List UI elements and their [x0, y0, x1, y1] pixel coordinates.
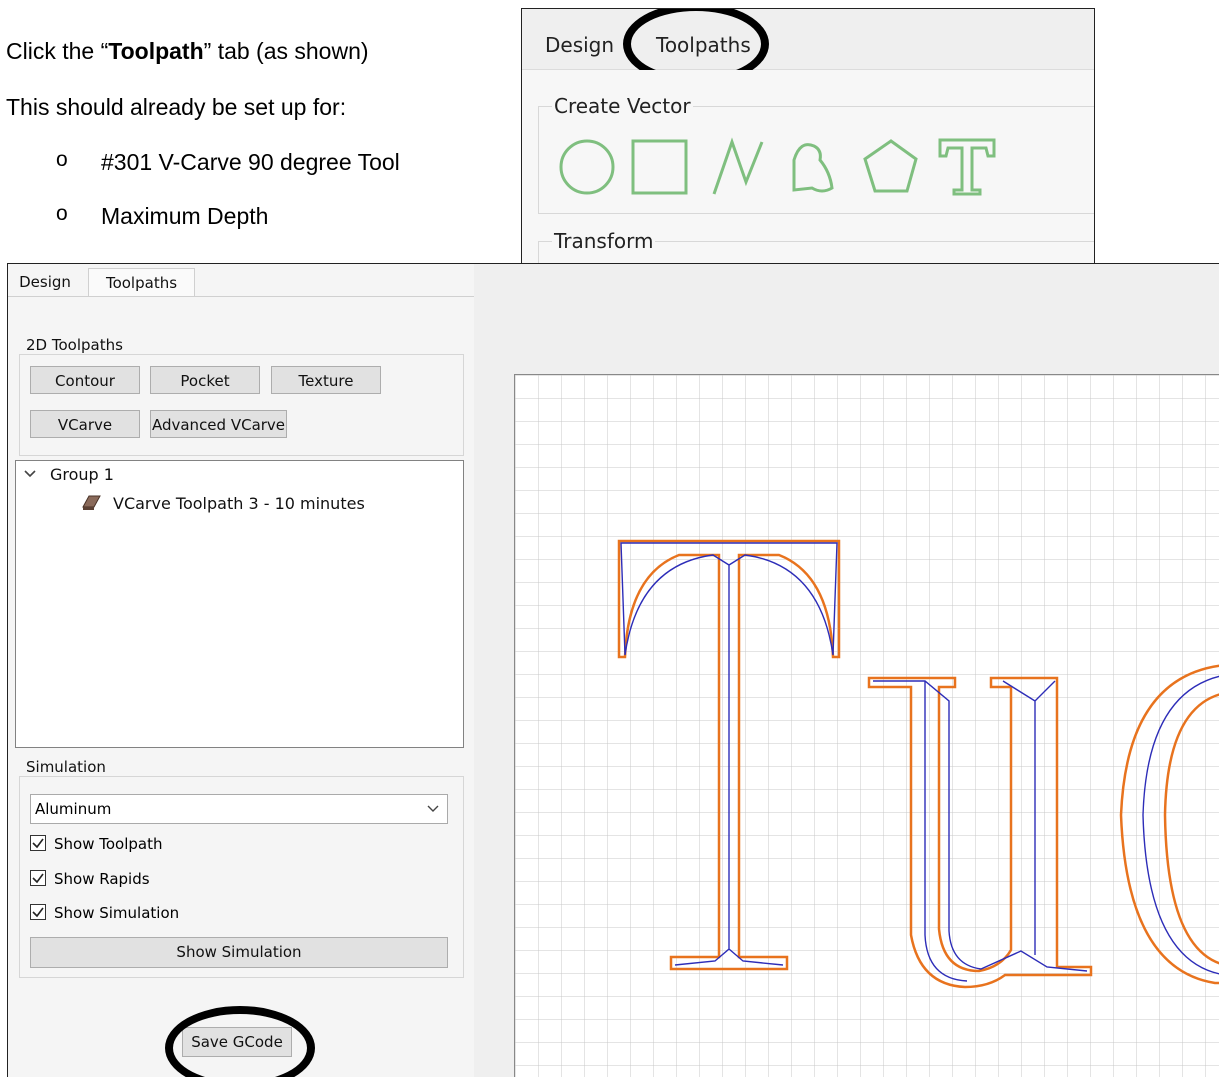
polygon-icon[interactable]	[863, 139, 918, 193]
polyline-icon[interactable]	[712, 137, 764, 195]
application-window: Design Toolpaths 2D Toolpaths Contour Po…	[7, 263, 1219, 1077]
vcarve-toolpath-icon	[82, 495, 101, 510]
transform-label: Transform	[552, 229, 656, 253]
instruction-line-1: Click the “Toolpath” tab (as shown)	[6, 38, 369, 64]
rectangle-icon[interactable]	[631, 139, 688, 195]
show-toolpath-label: Show Toolpath	[54, 835, 163, 853]
texture-button[interactable]: Texture	[271, 366, 381, 394]
show-rapids-label: Show Rapids	[54, 870, 150, 888]
show-toolpath-checkbox[interactable]	[30, 835, 46, 851]
inset-tab-bar: Design Toolpaths	[522, 9, 1094, 85]
chevron-down-icon	[427, 805, 439, 812]
material-select-value: Aluminum	[35, 800, 112, 818]
checkmark-icon	[32, 907, 44, 918]
inset-screenshot: Design Toolpaths Create Vector Transform	[521, 8, 1095, 264]
2d-toolpaths-label: 2D Toolpaths	[24, 336, 125, 354]
instruction-line-2: This should already be set up for:	[6, 94, 347, 120]
toolpath-bold-word: Toolpath	[108, 38, 204, 64]
text-icon[interactable]	[938, 138, 996, 196]
show-simulation-checkbox[interactable]	[30, 904, 46, 920]
simulation-label: Simulation	[24, 758, 108, 776]
highlight-circle-annotation	[165, 1006, 315, 1077]
curve-icon[interactable]	[792, 143, 834, 193]
tab-design[interactable]: Design	[12, 268, 78, 296]
contour-button[interactable]: Contour	[30, 366, 140, 394]
inset-panel: Create Vector Transform	[522, 70, 1094, 263]
chevron-down-icon[interactable]	[24, 469, 36, 479]
vcarve-button[interactable]: VCarve	[30, 410, 140, 438]
vector-tools-row	[559, 137, 996, 196]
material-select[interactable]: Aluminum	[30, 794, 448, 824]
design-grid-canvas[interactable]	[514, 374, 1219, 1077]
checkmark-icon	[32, 838, 44, 849]
toolpath-tree: Group 1 VCarve Toolpath 3 - 10 minutes	[15, 460, 464, 748]
pocket-button[interactable]: Pocket	[150, 366, 260, 394]
show-simulation-label: Show Simulation	[54, 904, 180, 922]
advanced-vcarve-button[interactable]: Advanced VCarve	[150, 410, 287, 438]
inset-tab-design[interactable]: Design	[545, 33, 614, 57]
create-vector-label: Create Vector	[552, 94, 693, 118]
tree-group-label[interactable]: Group 1	[50, 465, 114, 484]
show-rapids-checkbox[interactable]	[30, 870, 46, 886]
toolpaths-panel: Design Toolpaths 2D Toolpaths Contour Po…	[8, 264, 474, 1077]
drawing-canvas-area	[474, 264, 1219, 1077]
circle-icon[interactable]	[559, 139, 615, 195]
checkmark-icon	[32, 873, 44, 884]
tab-toolpaths[interactable]: Toolpaths	[88, 268, 195, 297]
toolpath-item-label[interactable]: VCarve Toolpath 3 - 10 minutes	[113, 494, 365, 513]
tab-divider	[8, 296, 474, 297]
show-simulation-button[interactable]: Show Simulation	[30, 937, 448, 968]
